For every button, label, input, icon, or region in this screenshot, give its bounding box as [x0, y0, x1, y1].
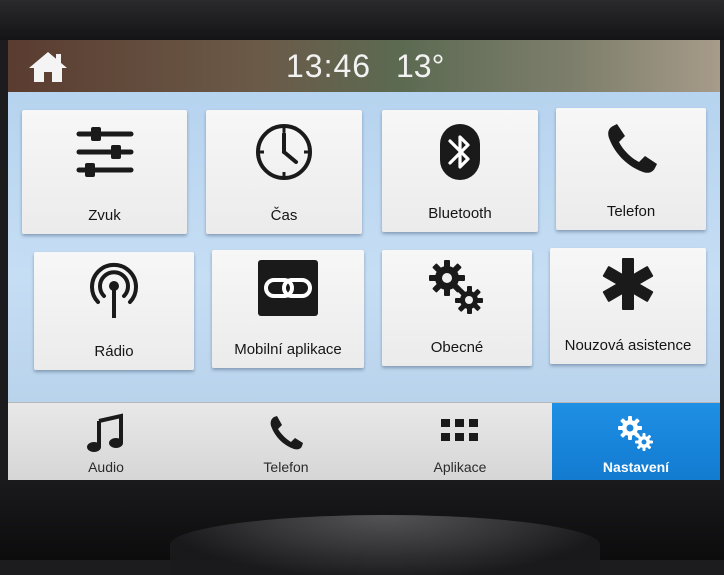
tile-telefon[interactable]: Telefon	[556, 108, 706, 230]
phone-handset-icon	[270, 416, 303, 450]
bottom-navigation: Audio Telefon Aplikace Nastavení	[8, 402, 720, 480]
tile-label: Zvuk	[88, 207, 121, 224]
nav-aplikace[interactable]: Aplikace	[368, 403, 552, 480]
home-icon	[29, 52, 67, 82]
tile-radio[interactable]: Rádio	[34, 252, 194, 370]
tile-cas[interactable]: Čas	[206, 110, 362, 234]
tile-nouzova-asistence[interactable]: Nouzová asistence	[550, 248, 706, 364]
emergency-asterisk-icon	[602, 258, 654, 310]
phone-handset-icon	[608, 124, 657, 173]
home-button[interactable]	[26, 50, 70, 84]
clock-time: 13:46	[286, 48, 372, 84]
tile-label: Rádio	[94, 343, 134, 360]
nav-audio[interactable]: Audio	[8, 403, 204, 480]
tile-label: Obecné	[430, 339, 484, 356]
tile-obecne[interactable]: Obecné	[382, 250, 532, 366]
tile-label: Nouzová asistence	[564, 337, 692, 354]
tile-label: Čas	[270, 207, 298, 224]
dashboard-reflection	[170, 515, 600, 575]
nav-label: Aplikace	[433, 459, 487, 475]
tile-mobilni-aplikace[interactable]: Mobilní aplikace	[212, 250, 364, 368]
tile-label: Mobilní aplikace	[234, 341, 342, 358]
display-bezel-top	[0, 0, 724, 40]
radio-antenna-icon	[90, 262, 138, 318]
infotainment-screen: 13:46 13° Zvuk Čas Bluetooth Telefon Rád…	[8, 40, 720, 480]
tile-label: Bluetooth	[428, 205, 492, 222]
bluetooth-icon	[440, 124, 480, 180]
gears-icon	[429, 260, 483, 314]
status-bar: 13:46 13°	[8, 40, 720, 92]
outside-temperature: 13°	[396, 48, 445, 84]
link-chain-icon	[258, 260, 318, 316]
tile-zvuk[interactable]: Zvuk	[22, 110, 187, 234]
gears-icon	[618, 416, 653, 451]
app-grid-icon	[441, 419, 478, 441]
equalizer-sliders-icon	[76, 127, 133, 177]
music-note-icon	[87, 413, 123, 452]
nav-nastaveni[interactable]: Nastavení	[552, 403, 720, 480]
nav-label: Audio	[88, 459, 124, 475]
settings-grid: Zvuk Čas Bluetooth Telefon Rádio Mobilní…	[8, 92, 720, 430]
nav-telefon[interactable]: Telefon	[204, 403, 368, 480]
tile-label: Telefon	[606, 203, 656, 220]
nav-label: Telefon	[263, 459, 309, 475]
nav-label: Nastavení	[602, 459, 670, 475]
tile-bluetooth[interactable]: Bluetooth	[382, 110, 538, 232]
clock-icon	[256, 124, 312, 180]
